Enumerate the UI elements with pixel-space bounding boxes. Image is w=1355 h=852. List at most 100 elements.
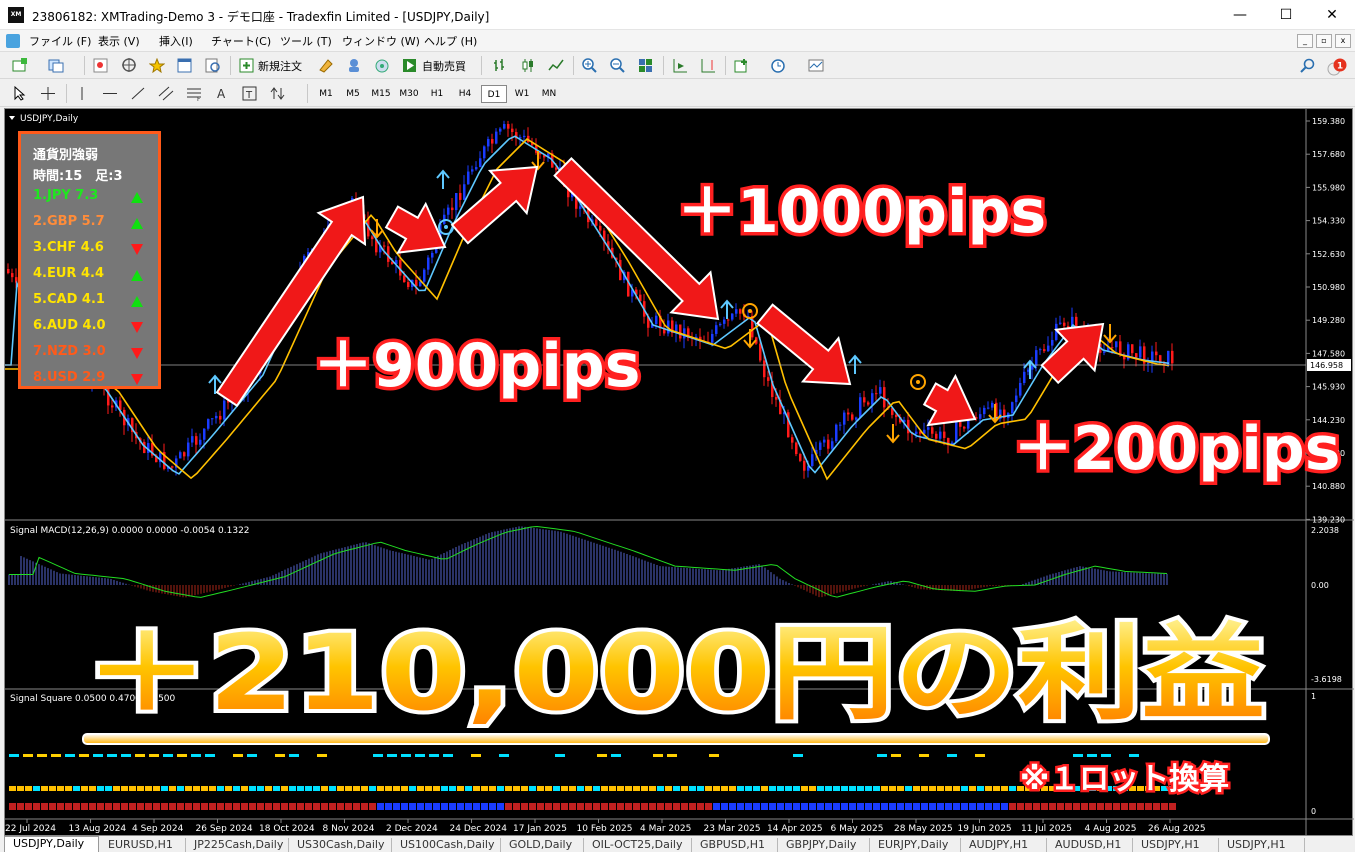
- timeframe-h1[interactable]: H1: [424, 85, 450, 103]
- zoom-out-icon[interactable]: [608, 56, 628, 75]
- tab-gbpusd-h1[interactable]: GBPUSD,H1: [692, 838, 778, 852]
- trendline-icon[interactable]: [128, 84, 148, 103]
- price-tick-label: 159.380: [1312, 117, 1345, 126]
- equidistant-channel-icon[interactable]: [156, 84, 176, 103]
- close-button[interactable]: ✕: [1309, 0, 1355, 30]
- chart-window[interactable]: USDJPY,Daily 159.380 157.680 155.980 154.33…: [4, 108, 1354, 837]
- zoom-in-icon[interactable]: [580, 56, 600, 75]
- square-bar: [569, 803, 576, 810]
- square-bar: [1169, 803, 1176, 810]
- metaeditor-icon[interactable]: [316, 56, 336, 75]
- square-bar: [257, 803, 264, 810]
- notifications-icon[interactable]: 1: [1325, 56, 1347, 76]
- candle-body: [523, 135, 526, 138]
- new-chart-button[interactable]: [10, 56, 30, 75]
- menu-window[interactable]: ウィンドウ (W): [342, 33, 420, 49]
- timeframe-m1[interactable]: M1: [313, 85, 339, 103]
- templates-icon[interactable]: [806, 56, 826, 75]
- tab-eurusd-h1[interactable]: EURUSD,H1: [100, 838, 186, 852]
- market-watch-icon[interactable]: [91, 56, 111, 75]
- signals-icon[interactable]: [344, 56, 364, 75]
- square-bar: [785, 803, 792, 810]
- tab-usdjpy-h1-2[interactable]: USDJPY,H1: [1219, 838, 1305, 852]
- candle-body: [427, 257, 430, 270]
- terminal-icon[interactable]: [175, 56, 195, 75]
- gain-200pips-label: ＋200pips: [1013, 414, 1340, 484]
- fibonacci-icon[interactable]: F: [184, 84, 204, 103]
- tab-usdjpy-h1[interactable]: USDJPY,H1: [1133, 838, 1219, 852]
- text-tool-icon[interactable]: A: [212, 84, 232, 103]
- menu-insert[interactable]: 挿入(I): [159, 33, 193, 49]
- line-chart-icon[interactable]: [546, 56, 566, 75]
- auto-scroll-icon[interactable]: [670, 56, 690, 75]
- square-bar: [497, 786, 504, 791]
- data-window-icon[interactable]: [119, 56, 139, 75]
- bar-chart-icon[interactable]: [490, 56, 510, 75]
- auto-trade-icon[interactable]: [400, 56, 420, 75]
- menu-tools[interactable]: ツール (T): [280, 33, 332, 49]
- profiles-button[interactable]: [46, 56, 66, 75]
- cursor-arrow-icon[interactable]: [10, 84, 30, 103]
- svg-text:T: T: [245, 90, 253, 101]
- timeframe-m15[interactable]: M15: [368, 85, 394, 103]
- tab-us30cash-daily[interactable]: US30Cash,Daily: [289, 838, 392, 852]
- chart-shift-icon[interactable]: [698, 56, 718, 75]
- tab-gbpjpy-daily[interactable]: GBPJPY,Daily: [778, 838, 870, 852]
- candle-body: [1171, 350, 1174, 364]
- strength-down-arrow-icon: [131, 374, 143, 385]
- navigator-icon[interactable]: [147, 56, 167, 75]
- timeframe-m5[interactable]: M5: [340, 85, 366, 103]
- tab-audusd-h1[interactable]: AUDUSD,H1: [1047, 838, 1133, 852]
- new-order-button[interactable]: 新規注文: [258, 58, 302, 74]
- timeframe-w1[interactable]: W1: [509, 85, 535, 103]
- tab-gold-daily[interactable]: GOLD,Daily: [501, 838, 584, 852]
- candlestick-icon[interactable]: [518, 56, 538, 75]
- gain-900pips-label: ＋900pips: [313, 331, 640, 401]
- square-bar: [809, 786, 816, 791]
- tab-usdjpy-daily[interactable]: USDJPY,Daily: [4, 836, 99, 852]
- price-tick-label: 145.930: [1312, 383, 1345, 392]
- auto-trade-button[interactable]: 自動売買: [422, 58, 466, 74]
- tile-windows-icon[interactable]: [636, 56, 656, 75]
- menu-chart[interactable]: チャート(C): [211, 33, 271, 49]
- menu-help[interactable]: ヘルプ (H): [424, 33, 477, 49]
- search-icon[interactable]: [1298, 56, 1318, 75]
- tab-jp225cash-daily[interactable]: JP225Cash,Daily: [186, 838, 289, 852]
- square-bar: [537, 786, 544, 791]
- square-dot: [149, 754, 159, 757]
- mdi-close-button[interactable]: x: [1335, 34, 1351, 48]
- periods-clock-icon[interactable]: [768, 56, 788, 75]
- timeframe-d1[interactable]: D1: [481, 85, 507, 103]
- horizontal-line-icon[interactable]: [100, 84, 120, 103]
- new-order-icon[interactable]: [237, 56, 257, 75]
- mdi-restore-button[interactable]: ▫: [1316, 34, 1332, 48]
- candle-body: [879, 387, 882, 394]
- strength-up-arrow-icon: [131, 218, 143, 229]
- price-chart-canvas[interactable]: USDJPY,Daily 159.380 157.680 155.980 154.33…: [5, 109, 1354, 837]
- tab-eurjpy-daily[interactable]: EURJPY,Daily: [870, 838, 961, 852]
- timeframe-h4[interactable]: H4: [452, 85, 478, 103]
- tab-oil-daily[interactable]: OIL-OCT25,Daily: [584, 838, 692, 852]
- candle-body: [1059, 322, 1062, 324]
- mdi-minimize-button[interactable]: _: [1297, 34, 1313, 48]
- menu-file[interactable]: ファイル (F): [29, 33, 91, 49]
- timeframe-mn[interactable]: MN: [536, 85, 562, 103]
- tab-audjpy-h1[interactable]: AUDJPY,H1: [961, 838, 1047, 852]
- menu-view[interactable]: 表示 (V): [98, 33, 140, 49]
- strategy-tester-icon[interactable]: [203, 56, 223, 75]
- square-bar: [633, 786, 640, 791]
- maximize-button[interactable]: ☐: [1263, 0, 1309, 30]
- square-bar: [1121, 803, 1128, 810]
- indicators-icon[interactable]: [732, 56, 752, 75]
- arrows-tool-icon[interactable]: [268, 84, 288, 103]
- text-label-icon[interactable]: T: [240, 84, 260, 103]
- minimize-button[interactable]: —: [1217, 0, 1263, 30]
- crosshair-icon[interactable]: [38, 84, 58, 103]
- radio-icon[interactable]: [372, 56, 392, 75]
- vertical-line-icon[interactable]: [72, 84, 92, 103]
- tab-us100cash-daily[interactable]: US100Cash,Daily: [392, 838, 501, 852]
- timeframe-m30[interactable]: M30: [396, 85, 422, 103]
- candle-body: [1111, 347, 1114, 349]
- candle-body: [1139, 346, 1142, 358]
- square-bar: [161, 803, 168, 810]
